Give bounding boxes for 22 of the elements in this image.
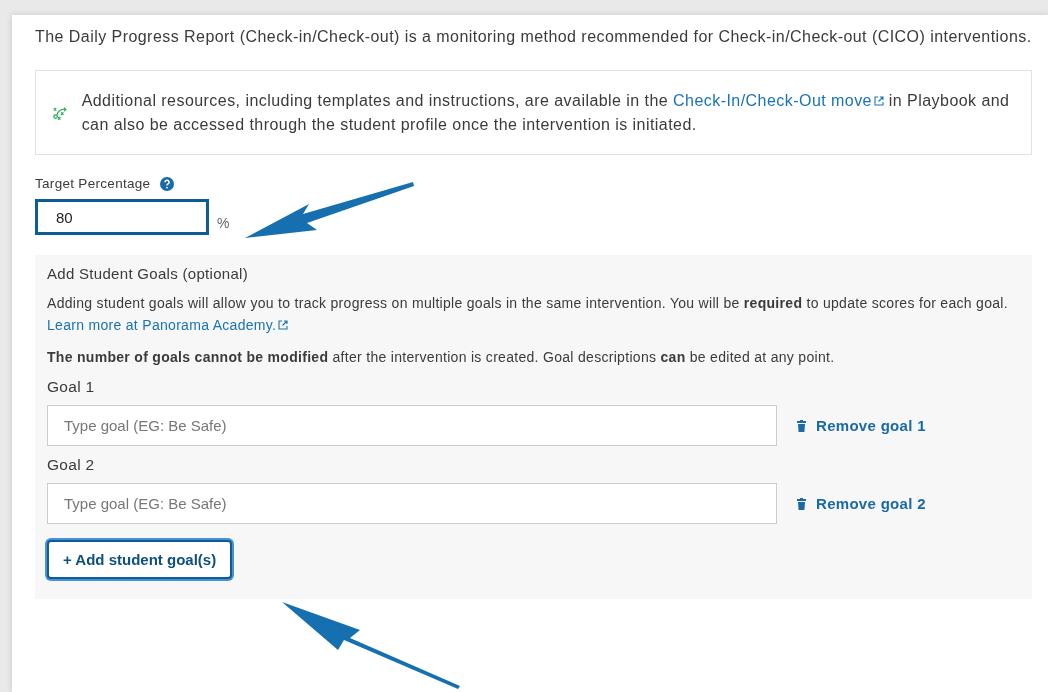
goals-notice: The number of goals cannot be modified after the intervention is created. Goal descriptions can be edited at any point. — [47, 348, 836, 367]
goal-label: Goal 2 — [47, 456, 96, 474]
external-link-icon — [873, 96, 884, 106]
resource-text: Additional resources, including templates and instructions, are available in the Check-In/Check-Out move in Playbook and can also be accessed through the student profile once the intervention is initiated. — [81, 91, 1011, 135]
remove-goal-link[interactable]: Remove goal 1 — [797, 417, 926, 434]
section-title: Add Student Goals (optional) — [47, 265, 250, 282]
remove-goal-link[interactable]: Remove goal 2 — [797, 495, 926, 512]
goal-label: Goal 1 — [47, 378, 96, 396]
goal-field[interactable]: Type goal (EG: Be Safe) — [47, 405, 777, 446]
unit-label: % — [217, 215, 230, 231]
external-link-icon — [278, 320, 289, 330]
add-goal-button[interactable]: + Add student goal(s) — [47, 540, 233, 579]
goal-field[interactable]: Type goal (EG: Be Safe) — [47, 483, 777, 524]
intro-text: The Daily Progress Report (Check-in/Check-out) is a monitoring method recommended for Check-in/Check-out (CICO) interventions. — [35, 27, 1032, 47]
goals-description: Adding student goals will allow you to track progress on multiple goals in the same intervention. You will be required to update scores for each goal. Learn more at Panorama Academy. — [47, 294, 1009, 335]
help-icon[interactable] — [160, 176, 175, 191]
academy-link[interactable]: Learn more at Panorama Academy. — [47, 317, 289, 333]
trash-icon — [797, 497, 806, 510]
trash-icon — [797, 419, 806, 432]
field-label: Target Percentage — [35, 176, 151, 191]
playbook-link[interactable]: Check-In/Check-Out move — [673, 92, 884, 109]
percentage-field[interactable]: 80 — [35, 199, 209, 235]
